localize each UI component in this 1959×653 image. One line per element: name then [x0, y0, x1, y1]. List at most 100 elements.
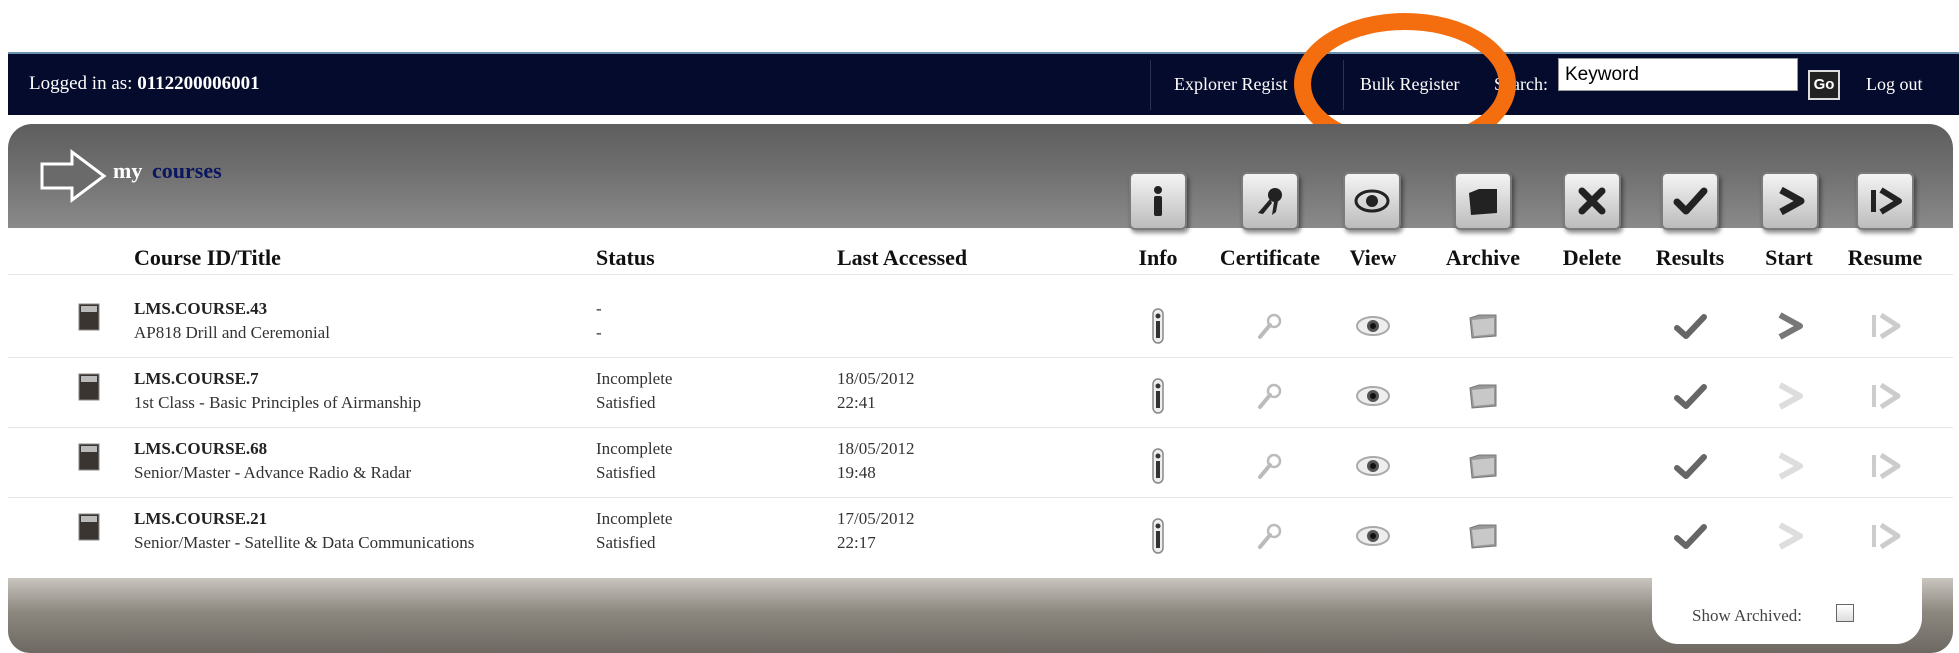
results-icon	[1674, 314, 1707, 339]
logged-in-label: Logged in as:	[29, 73, 133, 94]
archive-icon	[1469, 454, 1497, 479]
row-resume-button[interactable]	[1865, 373, 1905, 419]
row-archive-button[interactable]	[1463, 443, 1503, 489]
column-header-resume: Resume	[1847, 245, 1923, 270]
course-status-completion: Incomplete	[596, 509, 673, 528]
row-start-button[interactable]	[1769, 373, 1809, 419]
row-start-button[interactable]	[1769, 513, 1809, 559]
column-header-view: View	[1349, 245, 1397, 270]
column-header-course: Course ID/Title	[134, 245, 281, 270]
row-view-button[interactable]	[1353, 513, 1393, 559]
row-start-button[interactable]	[1769, 443, 1809, 489]
column-header-certificate: Certificate	[1219, 245, 1321, 270]
column-header-delete: Delete	[1562, 245, 1622, 270]
results-toolbar-button[interactable]	[1661, 172, 1719, 230]
last-accessed-time: 22:17	[837, 533, 876, 552]
course-document-icon	[78, 373, 100, 401]
course-id[interactable]: LMS.COURSE.43	[134, 299, 267, 319]
course-status-success: -	[596, 323, 602, 342]
certificate-icon	[1258, 453, 1282, 479]
view-icon	[1356, 526, 1390, 546]
course-title[interactable]: 1st Class - Basic Principles of Airmansh…	[134, 393, 421, 413]
info-toolbar-button[interactable]	[1129, 172, 1187, 230]
course-title[interactable]: AP818 Drill and Ceremonial	[134, 323, 330, 343]
course-title[interactable]: Senior/Master - Advance Radio & Radar	[134, 463, 411, 483]
course-id[interactable]: LMS.COURSE.7	[134, 369, 259, 389]
course-id[interactable]: LMS.COURSE.21	[134, 509, 267, 529]
archive-icon	[1469, 384, 1497, 409]
logged-in-info: Logged in as: 0112200006001	[29, 73, 260, 95]
resume-toolbar-button[interactable]	[1856, 172, 1914, 230]
row-results-button[interactable]	[1670, 443, 1710, 489]
show-archived-checkbox[interactable]	[1836, 604, 1854, 622]
row-resume-button[interactable]	[1865, 513, 1905, 559]
row-view-button[interactable]	[1353, 443, 1393, 489]
row-archive-button[interactable]	[1463, 373, 1503, 419]
archive-icon	[1469, 524, 1497, 549]
course-status-success: Satisfied	[596, 393, 656, 412]
results-icon	[1674, 454, 1707, 479]
course-document-icon	[78, 303, 100, 331]
row-results-button[interactable]	[1670, 513, 1710, 559]
course-document-icon	[78, 513, 100, 541]
table-row: LMS.COURSE.7 1st Class - Basic Principles…	[8, 361, 1953, 431]
last-accessed-time: 22:41	[837, 393, 876, 412]
row-certificate-button[interactable]	[1250, 443, 1290, 489]
row-results-button[interactable]	[1670, 373, 1710, 419]
page-title-my: my	[113, 158, 143, 183]
course-status-completion: Incomplete	[596, 439, 673, 458]
row-results-button[interactable]	[1670, 303, 1710, 349]
start-icon	[1778, 382, 1803, 410]
row-certificate-button[interactable]	[1250, 513, 1290, 559]
column-header-info: Info	[1138, 245, 1178, 270]
start-icon	[1778, 522, 1803, 550]
last-accessed-date: 18/05/2012	[837, 369, 915, 388]
row-info-button[interactable]	[1138, 443, 1178, 489]
row-certificate-button[interactable]	[1250, 303, 1290, 349]
search-go-button[interactable]: Go	[1808, 70, 1840, 100]
delete-toolbar-button[interactable]	[1563, 172, 1621, 230]
logout-link[interactable]: Log out	[1866, 74, 1923, 95]
explorer-register-link[interactable]: Explorer Regist	[1174, 74, 1287, 95]
archive-toolbar-button[interactable]	[1454, 172, 1512, 230]
column-header-archive: Archive	[1445, 245, 1521, 270]
start-icon	[1778, 452, 1803, 480]
results-icon	[1673, 187, 1708, 215]
view-toolbar-button[interactable]	[1343, 172, 1401, 230]
user-id: 0112200006001	[137, 73, 260, 94]
column-header-results: Results	[1655, 245, 1725, 270]
start-toolbar-button[interactable]	[1761, 172, 1819, 230]
row-archive-button[interactable]	[1463, 513, 1503, 559]
archive-icon	[1469, 314, 1497, 339]
row-start-button[interactable]	[1769, 303, 1809, 349]
row-resume-button[interactable]	[1865, 443, 1905, 489]
course-id[interactable]: LMS.COURSE.68	[134, 439, 267, 459]
course-title[interactable]: Senior/Master - Satellite & Data Communi…	[134, 533, 474, 553]
certificate-toolbar-button[interactable]	[1241, 172, 1299, 230]
row-certificate-button[interactable]	[1250, 373, 1290, 419]
row-info-button[interactable]	[1138, 303, 1178, 349]
table-divider	[8, 274, 1953, 275]
results-icon	[1674, 384, 1707, 409]
resume-icon	[1871, 187, 1902, 215]
view-icon	[1356, 456, 1390, 476]
search-input[interactable]	[1558, 58, 1798, 91]
info-icon	[1152, 378, 1164, 414]
row-resume-button[interactable]	[1865, 303, 1905, 349]
row-info-button[interactable]	[1138, 373, 1178, 419]
last-accessed-date: 17/05/2012	[837, 509, 915, 528]
show-archived-label: Show Archived:	[1692, 606, 1803, 625]
course-status-completion: -	[596, 299, 602, 318]
row-archive-button[interactable]	[1463, 303, 1503, 349]
row-view-button[interactable]	[1353, 373, 1393, 419]
info-icon	[1152, 448, 1164, 484]
certificate-icon	[1258, 313, 1282, 339]
last-accessed-date: 18/05/2012	[837, 439, 915, 458]
nav-separator	[1150, 60, 1151, 110]
row-view-button[interactable]	[1353, 303, 1393, 349]
top-nav-bar: Logged in as: 0112200006001 Explorer Reg…	[8, 52, 1959, 115]
view-icon	[1354, 189, 1390, 213]
resume-icon	[1872, 452, 1901, 480]
start-icon	[1779, 186, 1805, 216]
row-info-button[interactable]	[1138, 513, 1178, 559]
